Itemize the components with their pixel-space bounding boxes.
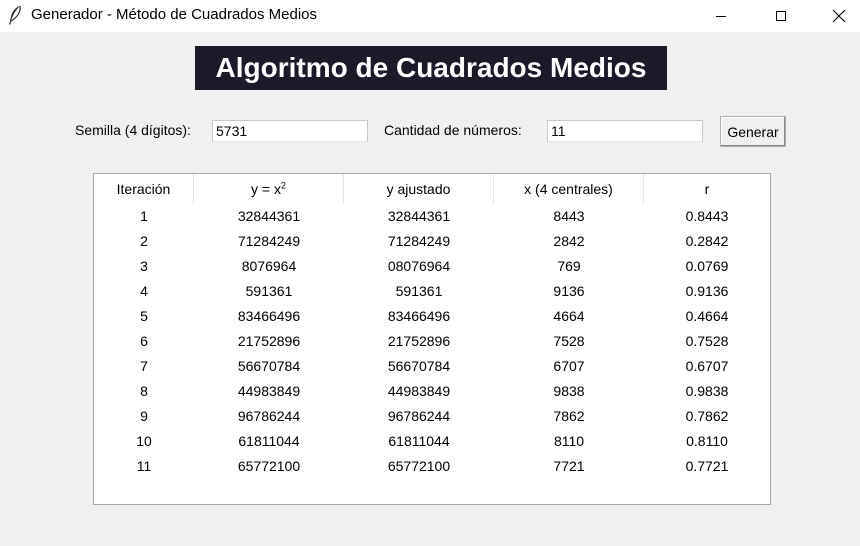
cell-iteration: 5	[140, 308, 148, 324]
cell-y-adjusted: 32844361	[387, 208, 451, 224]
cell-x-central: 769	[557, 258, 581, 274]
cell-y-adjusted: 71284249	[387, 233, 451, 249]
cell-y-adjusted: 21752896	[387, 333, 451, 349]
table-row[interactable]: 8 44983849 44983849 9838 0.9838	[94, 379, 770, 404]
cell-r: 0.7862	[685, 408, 729, 424]
cell-y-adjusted: 61811044	[388, 433, 450, 449]
app-window: Generador - Método de Cuadrados Medios A…	[0, 0, 860, 546]
generate-button[interactable]: Generar	[720, 116, 786, 147]
superscript-two: 2	[280, 180, 286, 191]
column-header-y-adjusted[interactable]: y ajustado	[344, 174, 494, 204]
table-row[interactable]: 1 32844361 32844361 8443 0.8443	[94, 204, 770, 229]
maximize-button[interactable]	[758, 0, 804, 32]
page-title: Algoritmo de Cuadrados Medios	[195, 46, 667, 90]
cell-y-adjusted: 591361	[395, 283, 443, 299]
cell-iteration: 4	[140, 283, 148, 299]
cell-x-central: 9136	[553, 283, 585, 299]
cell-r: 0.8110	[686, 433, 728, 449]
cell-r: 0.4664	[685, 308, 729, 324]
table-row[interactable]: 6 21752896 21752896 7528 0.7528	[94, 329, 770, 354]
cell-r: 0.9136	[685, 283, 729, 299]
cell-x-central: 7528	[553, 333, 585, 349]
cell-y-squared: 591361	[245, 283, 293, 299]
cell-r: 0.2842	[685, 233, 729, 249]
maximize-icon	[776, 11, 786, 21]
cell-x-central: 2842	[553, 233, 585, 249]
cell-x-central: 7721	[553, 458, 585, 474]
cell-y-squared: 71284249	[237, 233, 301, 249]
cell-y-squared: 65772100	[237, 458, 301, 474]
table-row[interactable]: 11 65772100 65772100 7721 0.7721	[94, 454, 770, 479]
cell-x-central: 8443	[553, 208, 585, 224]
quantity-input[interactable]	[547, 120, 703, 142]
cell-x-central: 4664	[553, 308, 585, 324]
cell-iteration: 8	[140, 383, 148, 399]
cell-y-squared: 83466496	[237, 308, 301, 324]
cell-x-central: 7862	[553, 408, 585, 424]
cell-y-adjusted: 44983849	[387, 383, 451, 399]
column-header-x-central[interactable]: x (4 centrales)	[494, 174, 644, 204]
cell-iteration: 3	[140, 258, 148, 274]
cell-iteration: 1	[140, 208, 148, 224]
minimize-icon	[716, 16, 726, 17]
cell-y-squared: 44983849	[237, 383, 301, 399]
cell-x-central: 8110	[553, 433, 585, 449]
cell-r: 0.6707	[685, 358, 729, 374]
cell-r: 0.9838	[685, 383, 729, 399]
minimize-button[interactable]	[698, 0, 744, 32]
cell-y-adjusted: 83466496	[387, 308, 451, 324]
feather-icon	[8, 5, 22, 25]
column-header-iteration[interactable]: Iteración	[94, 174, 194, 204]
cell-x-central: 9838	[553, 383, 585, 399]
cell-y-squared: 8076964	[241, 258, 297, 274]
cell-iteration: 10	[136, 433, 152, 449]
column-header-y-squared-label: y = x	[251, 181, 281, 197]
cell-y-squared: 56670784	[237, 358, 301, 374]
cell-r: 0.8443	[685, 208, 729, 224]
cell-y-adjusted: 56670784	[387, 358, 451, 374]
column-header-y-squared[interactable]: y = x2	[194, 174, 344, 204]
table-row[interactable]: 7 56670784 56670784 6707 0.6707	[94, 354, 770, 379]
table-row[interactable]: 4 591361 591361 9136 0.9136	[94, 279, 770, 304]
cell-r: 0.7528	[685, 333, 729, 349]
close-icon	[832, 9, 846, 23]
cell-y-squared: 21752896	[237, 333, 301, 349]
table-row[interactable]: 9 96786244 96786244 7862 0.7862	[94, 404, 770, 429]
quantity-label: Cantidad de números:	[384, 122, 522, 138]
cell-y-adjusted: 65772100	[387, 458, 451, 474]
cell-y-adjusted: 96786244	[387, 408, 451, 424]
results-table[interactable]: Iteración y = x2 y ajustado x (4 central…	[93, 173, 771, 505]
cell-x-central: 6707	[553, 358, 585, 374]
table-row[interactable]: 2 71284249 71284249 2842 0.2842	[94, 229, 770, 254]
column-header-r[interactable]: r	[644, 174, 770, 204]
cell-iteration: 11	[136, 458, 152, 474]
table-header: Iteración y = x2 y ajustado x (4 central…	[94, 174, 770, 204]
seed-label: Semilla (4 dígitos):	[75, 122, 191, 138]
cell-r: 0.0769	[685, 258, 729, 274]
cell-y-squared: 61811044	[238, 433, 300, 449]
close-button[interactable]	[816, 0, 860, 32]
cell-y-adjusted: 08076964	[387, 258, 451, 274]
cell-y-squared: 32844361	[237, 208, 301, 224]
table-row[interactable]: 10 61811044 61811044 8110 0.8110	[94, 429, 770, 454]
cell-r: 0.7721	[685, 458, 729, 474]
cell-y-squared: 96786244	[237, 408, 301, 424]
table-row[interactable]: 5 83466496 83466496 4664 0.4664	[94, 304, 770, 329]
cell-iteration: 6	[140, 333, 148, 349]
title-bar[interactable]: Generador - Método de Cuadrados Medios	[0, 0, 860, 32]
cell-iteration: 7	[140, 358, 148, 374]
cell-iteration: 2	[140, 233, 148, 249]
table-row[interactable]: 3 8076964 08076964 769 0.0769	[94, 254, 770, 279]
window-title: Generador - Método de Cuadrados Medios	[31, 6, 317, 23]
seed-input[interactable]	[212, 120, 368, 142]
cell-iteration: 9	[140, 408, 148, 424]
